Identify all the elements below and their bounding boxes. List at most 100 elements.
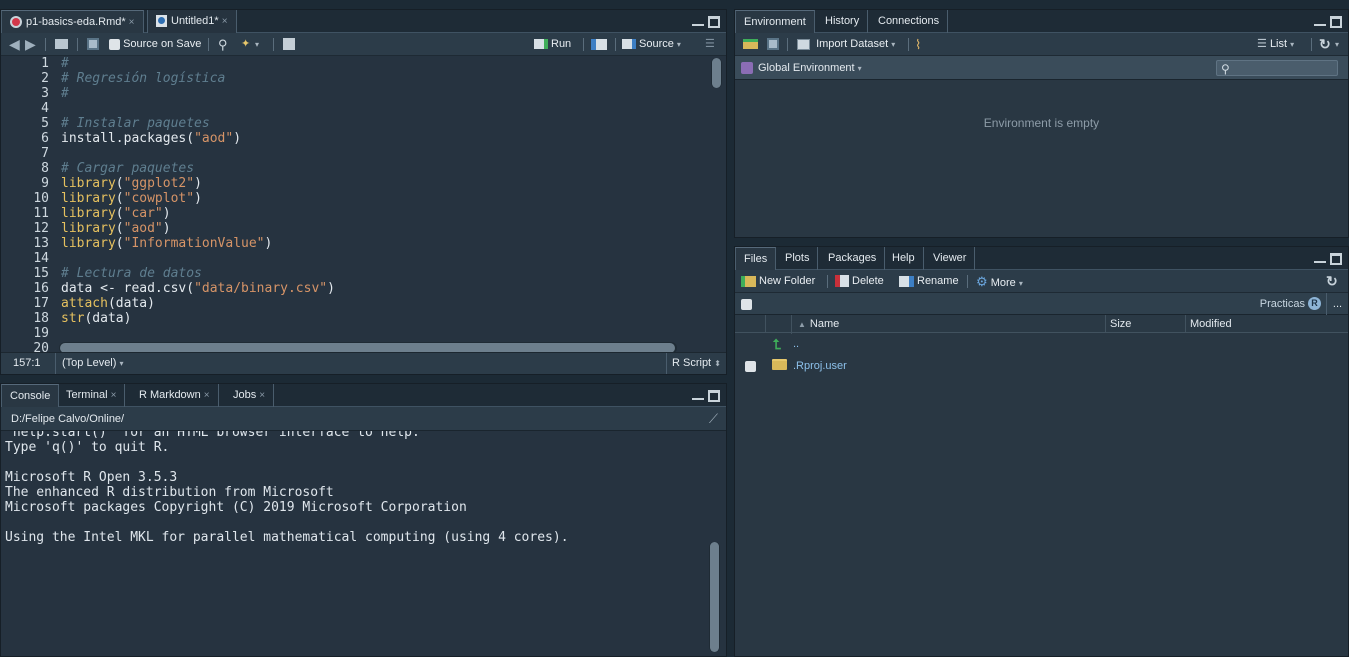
column-size[interactable]: Size [1105,315,1185,333]
broom-icon[interactable]: ⌇ [915,33,921,56]
environment-empty-message: Environment is empty [983,116,1100,130]
tab-jobs[interactable]: Jobs × [225,384,275,407]
search-icon: ⚲ [1221,62,1230,76]
more-dropdown[interactable]: ⚙ More ▾ [976,270,1023,293]
close-icon[interactable]: × [259,390,265,401]
column-name[interactable]: ▲ Name [791,315,839,334]
select-all-checkbox[interactable] [741,299,752,310]
list-item[interactable]: ⮤ .. [735,333,1348,355]
code-line[interactable] [61,146,710,161]
line-number: 17 [33,296,49,311]
env-search-input[interactable]: ⚲ [1216,60,1338,76]
code-line[interactable] [61,326,710,341]
list-view-dropdown[interactable]: ☰ List ▾ [1257,33,1294,56]
code-line[interactable]: str(data) [61,311,710,326]
code-line[interactable]: # Lectura de datos [61,266,710,281]
console-vertical-scrollbar[interactable] [709,542,720,652]
close-icon[interactable]: × [111,390,117,401]
maximize-icon[interactable] [1330,253,1342,265]
scope-dropdown[interactable]: (Top Level) ▾ [55,353,124,374]
save-workspace-icon[interactable] [767,33,782,56]
editor-vertical-scrollbar[interactable] [711,58,722,88]
rename-button[interactable]: Rename [899,270,959,293]
tab-files[interactable]: Files [735,247,777,270]
tab-packages[interactable]: Packages [820,247,886,270]
close-icon[interactable]: × [222,16,228,27]
row-checkbox[interactable] [745,361,756,372]
outline-icon[interactable]: ☰ [705,33,715,56]
filetype-dropdown[interactable]: R Script ⬍ [666,353,721,374]
code-line[interactable]: # Instalar paquetes [61,116,710,131]
code-line[interactable] [61,101,710,116]
tab-p1-basics-eda[interactable]: p1-basics-eda.Rmd* × [1,10,144,33]
code-lines[interactable]: # # Regresión logística # # Instalar paquet… [61,56,710,352]
minimize-icon[interactable] [1314,253,1326,263]
tab-viewer[interactable]: Viewer [925,247,976,270]
code-line[interactable]: library("InformationValue") [61,236,710,251]
minimize-icon[interactable] [1314,16,1326,26]
code-line[interactable]: # Cargar paquetes [61,161,710,176]
working-directory[interactable]: D:/Felipe Calvo/Online/ [11,413,124,425]
new-folder-button[interactable]: New Folder [741,270,815,293]
tab-r-markdown[interactable]: R Markdown × [131,384,219,407]
tab-console[interactable]: Console [1,384,60,407]
checkbox-icon[interactable] [109,38,120,50]
search-icon[interactable]: ⚲ [218,33,228,56]
refresh-icon[interactable]: ↻ [1319,33,1331,56]
magic-wand-icon[interactable]: ✦ [241,33,250,56]
minimize-icon[interactable] [692,390,704,400]
maximize-icon[interactable] [708,16,720,28]
source-on-save-toggle[interactable]: Source on Save [109,33,201,56]
show-in-window-icon[interactable] [55,33,71,56]
parent-directory-link[interactable]: .. [793,333,799,355]
delete-button[interactable]: Delete [835,270,884,293]
code-line[interactable]: # [61,56,710,71]
rerun-icon[interactable] [591,33,610,56]
maximize-icon[interactable] [1330,16,1342,28]
breadcrumb[interactable]: Practicas [1260,293,1305,315]
folder-link[interactable]: .Rproj.user [793,355,847,377]
environment-scope-label: Global Environment [758,62,855,74]
tab-connections[interactable]: Connections [870,10,949,33]
code-line[interactable]: library("car") [61,206,710,221]
chevron-down-icon[interactable]: ▾ [1335,33,1339,56]
run-button[interactable]: Run [534,33,571,56]
import-dataset-button[interactable]: Import Dataset ▾ [797,33,895,56]
code-editor[interactable]: 123456789101112131415161718192021 ## Reg… [1,56,726,371]
clear-console-icon[interactable]: ⟋ [709,407,718,431]
cursor-position: 157:1 [13,357,41,369]
minimize-icon[interactable] [692,16,704,26]
code-line[interactable]: # [61,86,710,101]
environment-dropdown[interactable]: Global Environment ▾ [741,56,862,81]
code-line[interactable]: library("ggplot2") [61,176,710,191]
save-icon[interactable] [87,33,102,56]
compile-report-icon[interactable] [283,33,298,56]
forward-arrow-icon[interactable]: ▶ [25,33,36,56]
tab-plots[interactable]: Plots [777,247,819,270]
code-line[interactable] [61,251,710,266]
maximize-icon[interactable] [708,390,720,402]
chevron-down-icon: ⬍ [714,359,721,368]
tab-help[interactable]: Help [884,247,924,270]
go-to-directory-button[interactable]: ... [1326,293,1348,315]
tab-terminal[interactable]: Terminal × [58,384,126,407]
chevron-down-icon[interactable]: ▾ [255,33,259,56]
tab-history[interactable]: History [817,10,869,33]
tab-environment[interactable]: Environment [735,10,815,33]
back-arrow-icon[interactable]: ◀ [9,33,20,56]
code-line[interactable]: install.packages("aod") [61,131,710,146]
load-workspace-icon[interactable] [743,33,761,56]
code-line[interactable]: attach(data) [61,296,710,311]
list-item[interactable]: .Rproj.user [735,355,1348,377]
close-icon[interactable]: × [129,17,135,28]
source-button[interactable]: Source ▾ [622,33,681,56]
code-line[interactable]: library("aod") [61,221,710,236]
console-output[interactable]: 'help.start()' for an HTML browser inter… [1,431,726,656]
refresh-icon[interactable]: ↻ [1326,270,1338,293]
code-line[interactable]: data <- read.csv("data/binary.csv") [61,281,710,296]
close-icon[interactable]: × [204,390,210,401]
code-line[interactable]: library("cowplot") [61,191,710,206]
tab-untitled1[interactable]: Untitled1* × [147,10,237,33]
code-line[interactable]: # Regresión logística [61,71,710,86]
column-modified[interactable]: Modified [1185,315,1232,333]
